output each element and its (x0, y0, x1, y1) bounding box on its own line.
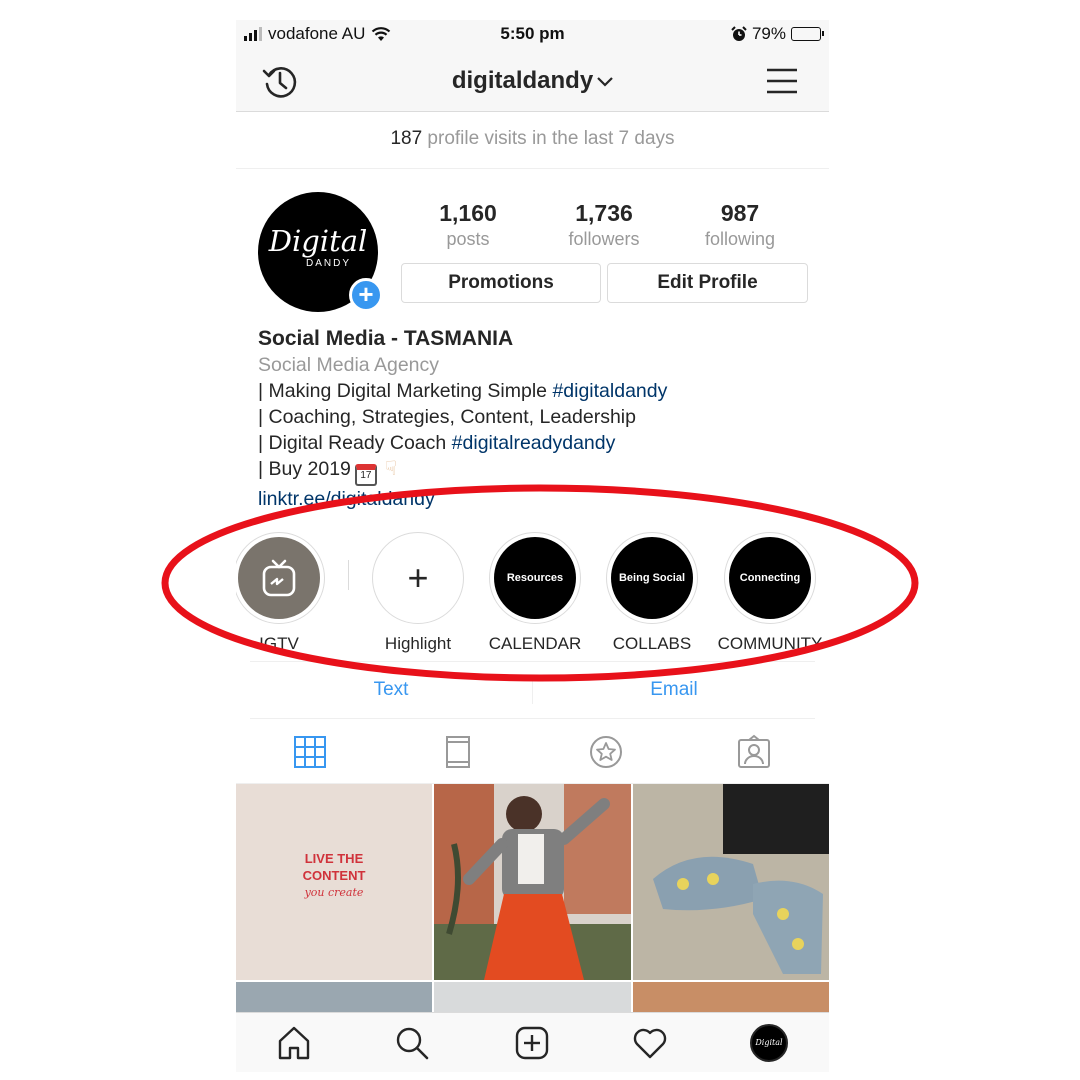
account-switcher[interactable]: digitaldandy (236, 67, 829, 95)
post-text-script: you create (304, 886, 364, 899)
plus-icon: + (377, 537, 459, 619)
highlight-ring: Being Social (606, 532, 698, 624)
new-post-icon[interactable] (514, 1025, 550, 1061)
grid-view-icon[interactable] (292, 734, 328, 770)
phone-screen: vodafone AU 5:50 pm 79% digitaldandy 187… (236, 20, 829, 1072)
hashtag-link[interactable]: #digitalreadydandy (452, 432, 616, 454)
stat-label: posts (446, 229, 490, 249)
bio-line: | Making Digital Marketing Simple #digit… (258, 378, 818, 404)
highlight-label: IGTV (259, 634, 299, 653)
feed-view-icon[interactable] (440, 734, 476, 770)
stat-value: 987 (720, 200, 760, 226)
bio-line: | Coaching, Strategies, Content, Leaders… (258, 406, 636, 428)
stat-label: followers (568, 229, 640, 249)
bio-text: | Buy 2019 (258, 458, 351, 480)
stat-value: 1,736 (575, 200, 633, 226)
bio-text: | Digital Ready Coach (258, 432, 452, 454)
pointing-down-emoji-icon: ☟ (384, 458, 398, 480)
visits-text: profile visits in the last 7 days (427, 128, 675, 149)
status-bar: vodafone AU 5:50 pm 79% (236, 20, 829, 50)
highlight-cover-text: Being Social (611, 537, 693, 619)
post-tile[interactable] (434, 982, 631, 1012)
stat-label: following (704, 229, 776, 249)
highlight-divider (348, 560, 349, 590)
battery-icon (791, 27, 824, 41)
highlight-calendar[interactable]: Resources CALENDAR (480, 532, 590, 654)
highlight-igtv[interactable]: IGTV (236, 532, 334, 654)
profile-visits-banner[interactable]: 187 profile visits in the last 7 days (236, 113, 829, 169)
saved-star-icon[interactable] (588, 734, 624, 770)
highlight-community[interactable]: Connecting COMMUNITY (715, 532, 825, 654)
post-tile[interactable] (434, 784, 631, 980)
highlight-cover-text: Resources (494, 537, 576, 619)
highlight-label: COLLABS (612, 634, 692, 653)
search-icon[interactable] (394, 1025, 430, 1061)
profile-tab-avatar[interactable]: Digital (750, 1024, 788, 1062)
heart-icon[interactable] (632, 1025, 668, 1061)
status-right: 79% (731, 24, 824, 44)
highlight-label: CALENDAR (488, 634, 582, 653)
bio-text: | Making Digital Marketing Simple (258, 380, 553, 402)
visits-count: 187 (390, 128, 423, 149)
username-title: digitaldandy (451, 67, 594, 94)
menu-icon[interactable] (765, 66, 799, 96)
promotions-button[interactable]: Promotions (401, 263, 601, 303)
hashtag-link[interactable]: #digitaldandy (552, 380, 667, 402)
contact-bar: Text Email (250, 661, 815, 719)
post-tile[interactable] (236, 982, 432, 1012)
following-count[interactable]: 987 following (670, 200, 810, 250)
avatar-logo-script: Digital (268, 224, 368, 258)
post-tile[interactable]: LIVE THE CONTENT you create (236, 784, 432, 980)
post-tile[interactable] (633, 784, 829, 980)
calendar-emoji-icon: 17 (354, 464, 377, 486)
highlight-collabs[interactable]: Being Social COLLABS (597, 532, 707, 654)
post-photo-woman (434, 784, 631, 980)
profile-tabs (236, 720, 829, 784)
post-graphic-text: LIVE THE CONTENT you create (236, 850, 432, 901)
profile-header: digitaldandy (236, 50, 829, 112)
highlight-cover-text: Connecting (729, 537, 811, 619)
followers-count[interactable]: 1,736 followers (534, 200, 674, 250)
igtv-icon (262, 559, 296, 597)
post-grid: LIVE THE CONTENT you create (236, 784, 829, 1012)
profile-name: Social Media - TASMANIA (258, 327, 514, 350)
bio-line: | Buy 2019 17 ☟ (258, 456, 818, 486)
igtv-cover (238, 537, 320, 619)
post-text-line: CONTENT (302, 868, 366, 883)
chevron-down-icon (597, 76, 613, 87)
text-button[interactable]: Text (250, 662, 532, 718)
add-story-button[interactable]: + (349, 278, 383, 312)
bio-line: | Digital Ready Coach #digitalreadydandy (258, 430, 818, 456)
profile-bio: Social Media - TASMANIA Social Media Age… (258, 326, 818, 512)
battery-percent: 79% (751, 24, 786, 43)
highlight-new[interactable]: + Highlight (363, 532, 473, 654)
email-button[interactable]: Email (533, 662, 815, 718)
post-photo-shoes (633, 784, 829, 980)
highlight-ring: + (372, 532, 464, 624)
profile-category: Social Media Agency (258, 354, 440, 376)
home-icon[interactable] (276, 1025, 312, 1061)
highlight-ring: Resources (489, 532, 581, 624)
post-tile[interactable] (633, 982, 829, 1012)
avatar-logo-sub: DANDY (306, 258, 352, 269)
post-text-line: LIVE THE (304, 851, 364, 866)
highlight-label: COMMUNITY (717, 634, 823, 653)
tagged-icon[interactable] (736, 734, 772, 770)
highlight-ring (236, 532, 325, 624)
stat-value: 1,160 (439, 200, 497, 226)
alarm-icon (731, 26, 747, 41)
posts-count[interactable]: 1,160 posts (398, 200, 538, 250)
highlight-ring: Connecting (724, 532, 816, 624)
website-link[interactable]: linktr.ee/digitaldandy (258, 486, 818, 512)
highlight-label: Highlight (384, 634, 452, 653)
edit-profile-button[interactable]: Edit Profile (607, 263, 808, 303)
bottom-tab-bar: Digital (236, 1012, 829, 1072)
